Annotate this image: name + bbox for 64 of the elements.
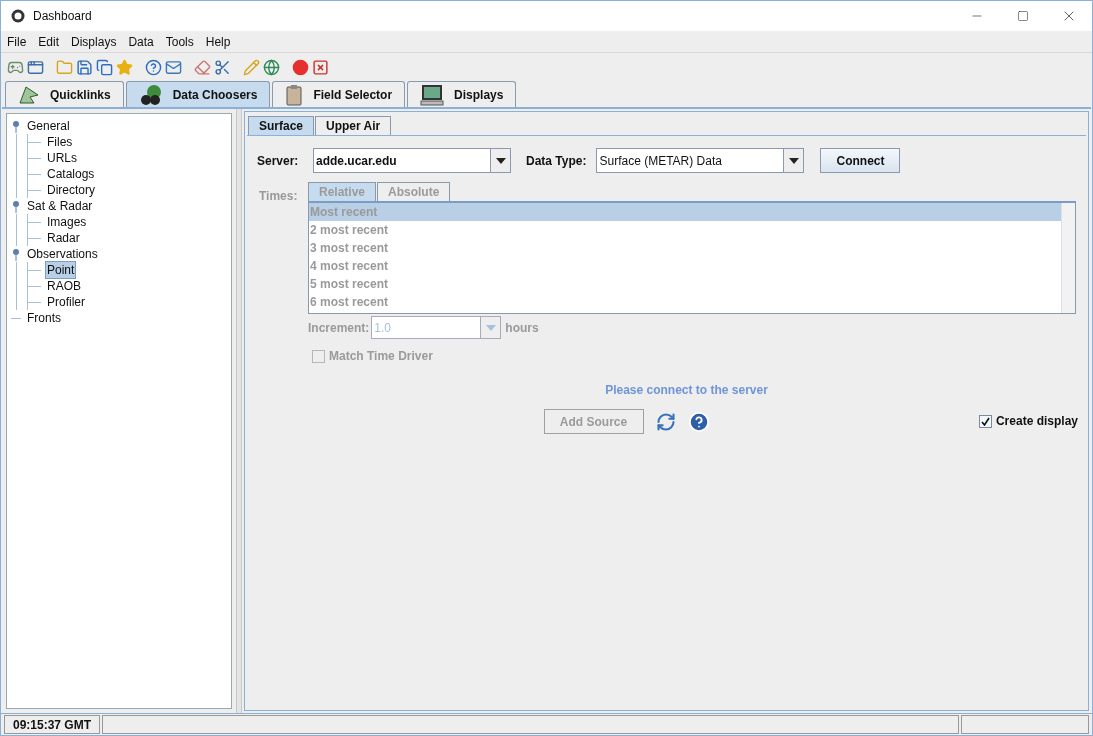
maximize-icon: [1017, 10, 1029, 22]
window-title: Dashboard: [33, 8, 92, 25]
data-type-dropdown[interactable]: Surface (METAR) Data: [596, 148, 805, 173]
star-icon[interactable]: [116, 58, 133, 76]
tab[interactable]: Quicklinks: [5, 81, 124, 107]
tree-item[interactable]: Radar: [45, 229, 82, 247]
clipboard-icon: [285, 83, 304, 106]
tab[interactable]: Upper Air: [315, 116, 392, 135]
server-dropdown[interactable]: adde.ucar.edu: [313, 148, 511, 173]
tab[interactable]: Field Selector: [272, 81, 406, 107]
field-label: Data Type:: [526, 152, 587, 170]
tree-handle-icon[interactable]: [11, 247, 21, 261]
tree-item[interactable]: Sat & Radar: [25, 197, 95, 215]
connect-button[interactable]: Connect: [820, 148, 901, 173]
tree-item[interactable]: URLs: [45, 149, 79, 167]
checkbox[interactable]: [978, 414, 992, 428]
menu-item[interactable]: Displays: [71, 32, 117, 51]
caret-icon: [495, 157, 506, 164]
new-window-icon[interactable]: [27, 58, 44, 76]
tree-item[interactable]: RAOB: [45, 277, 83, 295]
tree-item[interactable]: Images: [45, 213, 89, 231]
menu-item[interactable]: File: [7, 32, 27, 51]
tree-item[interactable]: Observations: [25, 245, 100, 263]
checkbox-label: Match Time Driver: [329, 348, 433, 365]
copy-icon[interactable]: [96, 58, 113, 76]
tree-handle-icon[interactable]: [11, 199, 21, 213]
binoculars-icon: [138, 83, 163, 106]
caret-icon: [485, 324, 496, 331]
menu-item[interactable]: Help: [205, 32, 231, 51]
tree-item[interactable]: General: [25, 117, 72, 135]
tree-item[interactable]: Directory: [45, 181, 97, 199]
help-icon[interactable]: [145, 58, 162, 76]
globe-icon[interactable]: [263, 58, 280, 76]
status-time: 09:15:37 GMT: [4, 715, 101, 734]
app-logo-icon: [11, 9, 25, 23]
tab[interactable]: Surface: [248, 116, 315, 135]
tree-item[interactable]: Fronts: [25, 309, 63, 327]
eraser-icon[interactable]: [194, 58, 211, 76]
status-message: Please connect to the server: [605, 382, 768, 399]
tab[interactable]: Displays: [407, 81, 517, 107]
menu-item[interactable]: Edit: [38, 32, 60, 51]
tree-item[interactable]: Profiler: [45, 293, 87, 311]
menu-item[interactable]: Tools: [165, 32, 194, 51]
tree-item[interactable]: Catalogs: [45, 165, 97, 183]
close-square-icon[interactable]: [312, 58, 329, 76]
flag-icon: [18, 84, 40, 105]
tree-item[interactable]: Point: [45, 261, 77, 279]
mail-icon[interactable]: [165, 58, 182, 76]
record-icon[interactable]: [292, 58, 309, 76]
scissors-icon[interactable]: [214, 58, 231, 76]
unit-label: hours: [505, 319, 539, 337]
tree-item[interactable]: Files: [45, 133, 75, 151]
field-label: Server:: [257, 152, 300, 170]
save-icon[interactable]: [76, 58, 93, 76]
caret-icon: [788, 157, 799, 164]
menu-item[interactable]: Data: [128, 32, 154, 51]
refresh-icon[interactable]: [655, 411, 676, 432]
checkbox-label: Create display: [995, 413, 1078, 430]
scrollbar[interactable]: [1061, 203, 1075, 313]
tree-handle-icon[interactable]: [11, 119, 21, 133]
monitor-icon: [420, 83, 445, 106]
tab[interactable]: Data Choosers: [125, 81, 271, 107]
field-label: Times:: [259, 188, 299, 205]
field-label: Increment:: [308, 319, 370, 337]
